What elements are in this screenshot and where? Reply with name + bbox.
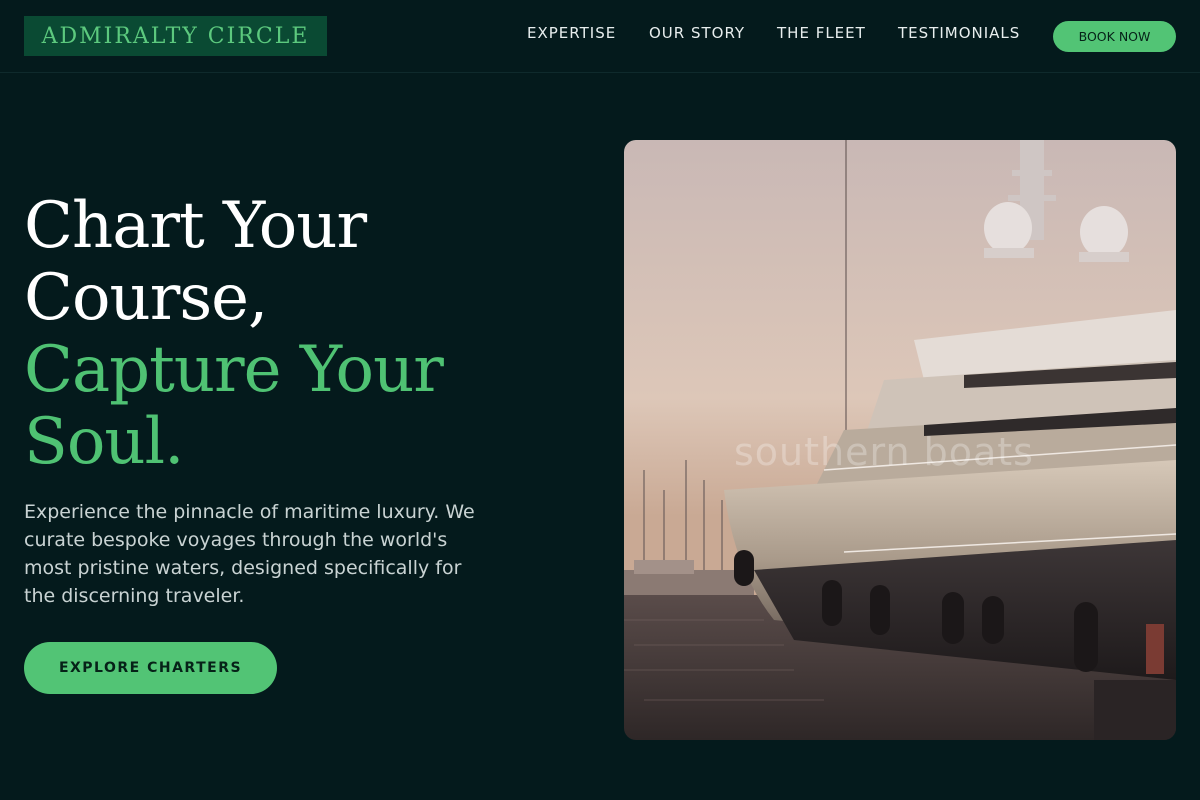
brand-logo[interactable]: ADMIRALTY CIRCLE — [24, 16, 327, 56]
brand-logo-text: ADMIRALTY CIRCLE — [41, 23, 310, 49]
hero-headline-line-2: Course, — [24, 261, 268, 335]
explore-charters-button[interactable]: EXPLORE CHARTERS — [24, 642, 277, 694]
nav-link-testimonials[interactable]: TESTIMONIALS — [898, 24, 1020, 48]
nav-link-our-story[interactable]: OUR STORY — [649, 24, 745, 48]
book-now-button[interactable]: BOOK NOW — [1053, 21, 1176, 52]
nav-link-the-fleet[interactable]: THE FLEET — [777, 24, 866, 48]
hero-headline: Chart Your Course, Capture Your Soul. — [24, 190, 584, 478]
hero-headline-line-1: Chart Your — [24, 189, 367, 263]
hero-headline-line-3: Capture Your — [24, 333, 444, 407]
hero-headline-line-4: Soul. — [24, 405, 184, 479]
yacht-hero-image: southern boats — [624, 140, 1176, 740]
nav-link-expertise[interactable]: EXPERTISE — [527, 24, 616, 48]
hero-description: Experience the pinnacle of maritime luxu… — [24, 501, 475, 607]
image-watermark: southern boats — [734, 430, 1034, 474]
site-header: ADMIRALTY CIRCLE EXPERTISE OUR STORY THE… — [0, 0, 1200, 73]
